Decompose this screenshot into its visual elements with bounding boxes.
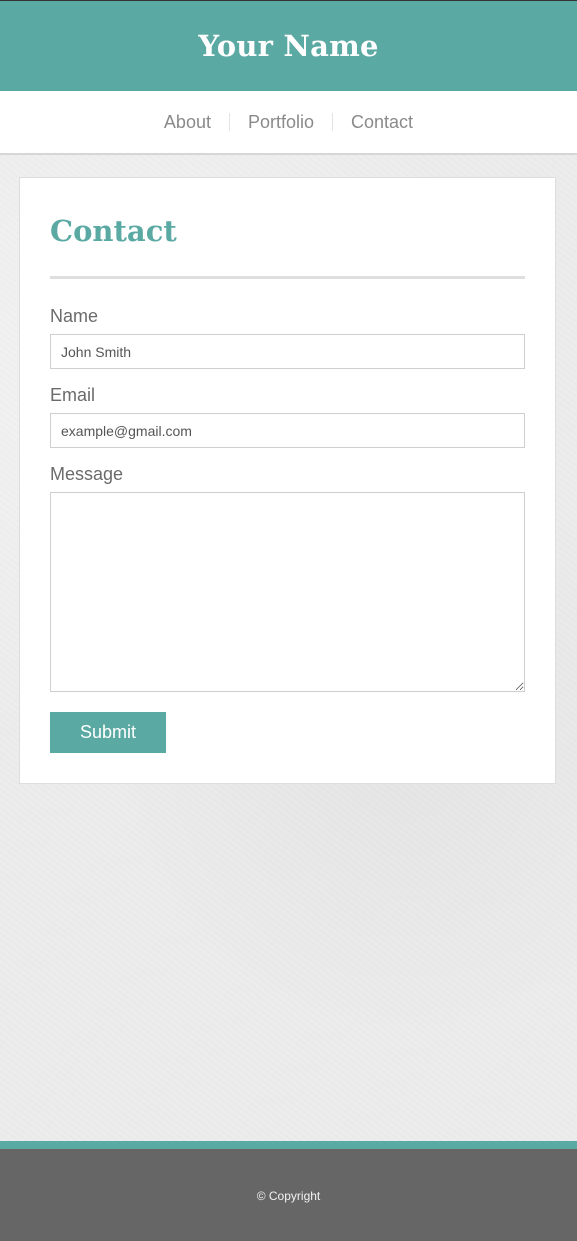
contact-card: Contact Name Email Message Submit bbox=[19, 177, 556, 784]
page-title: Contact bbox=[50, 214, 177, 248]
name-field[interactable] bbox=[50, 334, 525, 369]
email-label: Email bbox=[50, 385, 96, 405]
email-field[interactable] bbox=[50, 413, 525, 448]
footer-accent-bar bbox=[0, 1141, 577, 1149]
main-nav: About Portfolio Contact bbox=[0, 91, 577, 155]
nav-link-portfolio[interactable]: Portfolio bbox=[230, 112, 332, 132]
site-header: Your Name bbox=[0, 1, 577, 91]
message-label: Message bbox=[50, 464, 124, 484]
copyright-text: © Copyright bbox=[256, 1189, 321, 1203]
title-divider bbox=[50, 276, 525, 279]
site-title: Your Name bbox=[198, 29, 379, 63]
site-footer: © Copyright bbox=[0, 1149, 577, 1241]
message-field[interactable] bbox=[50, 492, 525, 692]
submit-button[interactable]: Submit bbox=[50, 712, 166, 753]
nav-link-contact[interactable]: Contact bbox=[333, 112, 431, 132]
name-label: Name bbox=[50, 306, 99, 326]
nav-link-about[interactable]: About bbox=[146, 112, 229, 132]
